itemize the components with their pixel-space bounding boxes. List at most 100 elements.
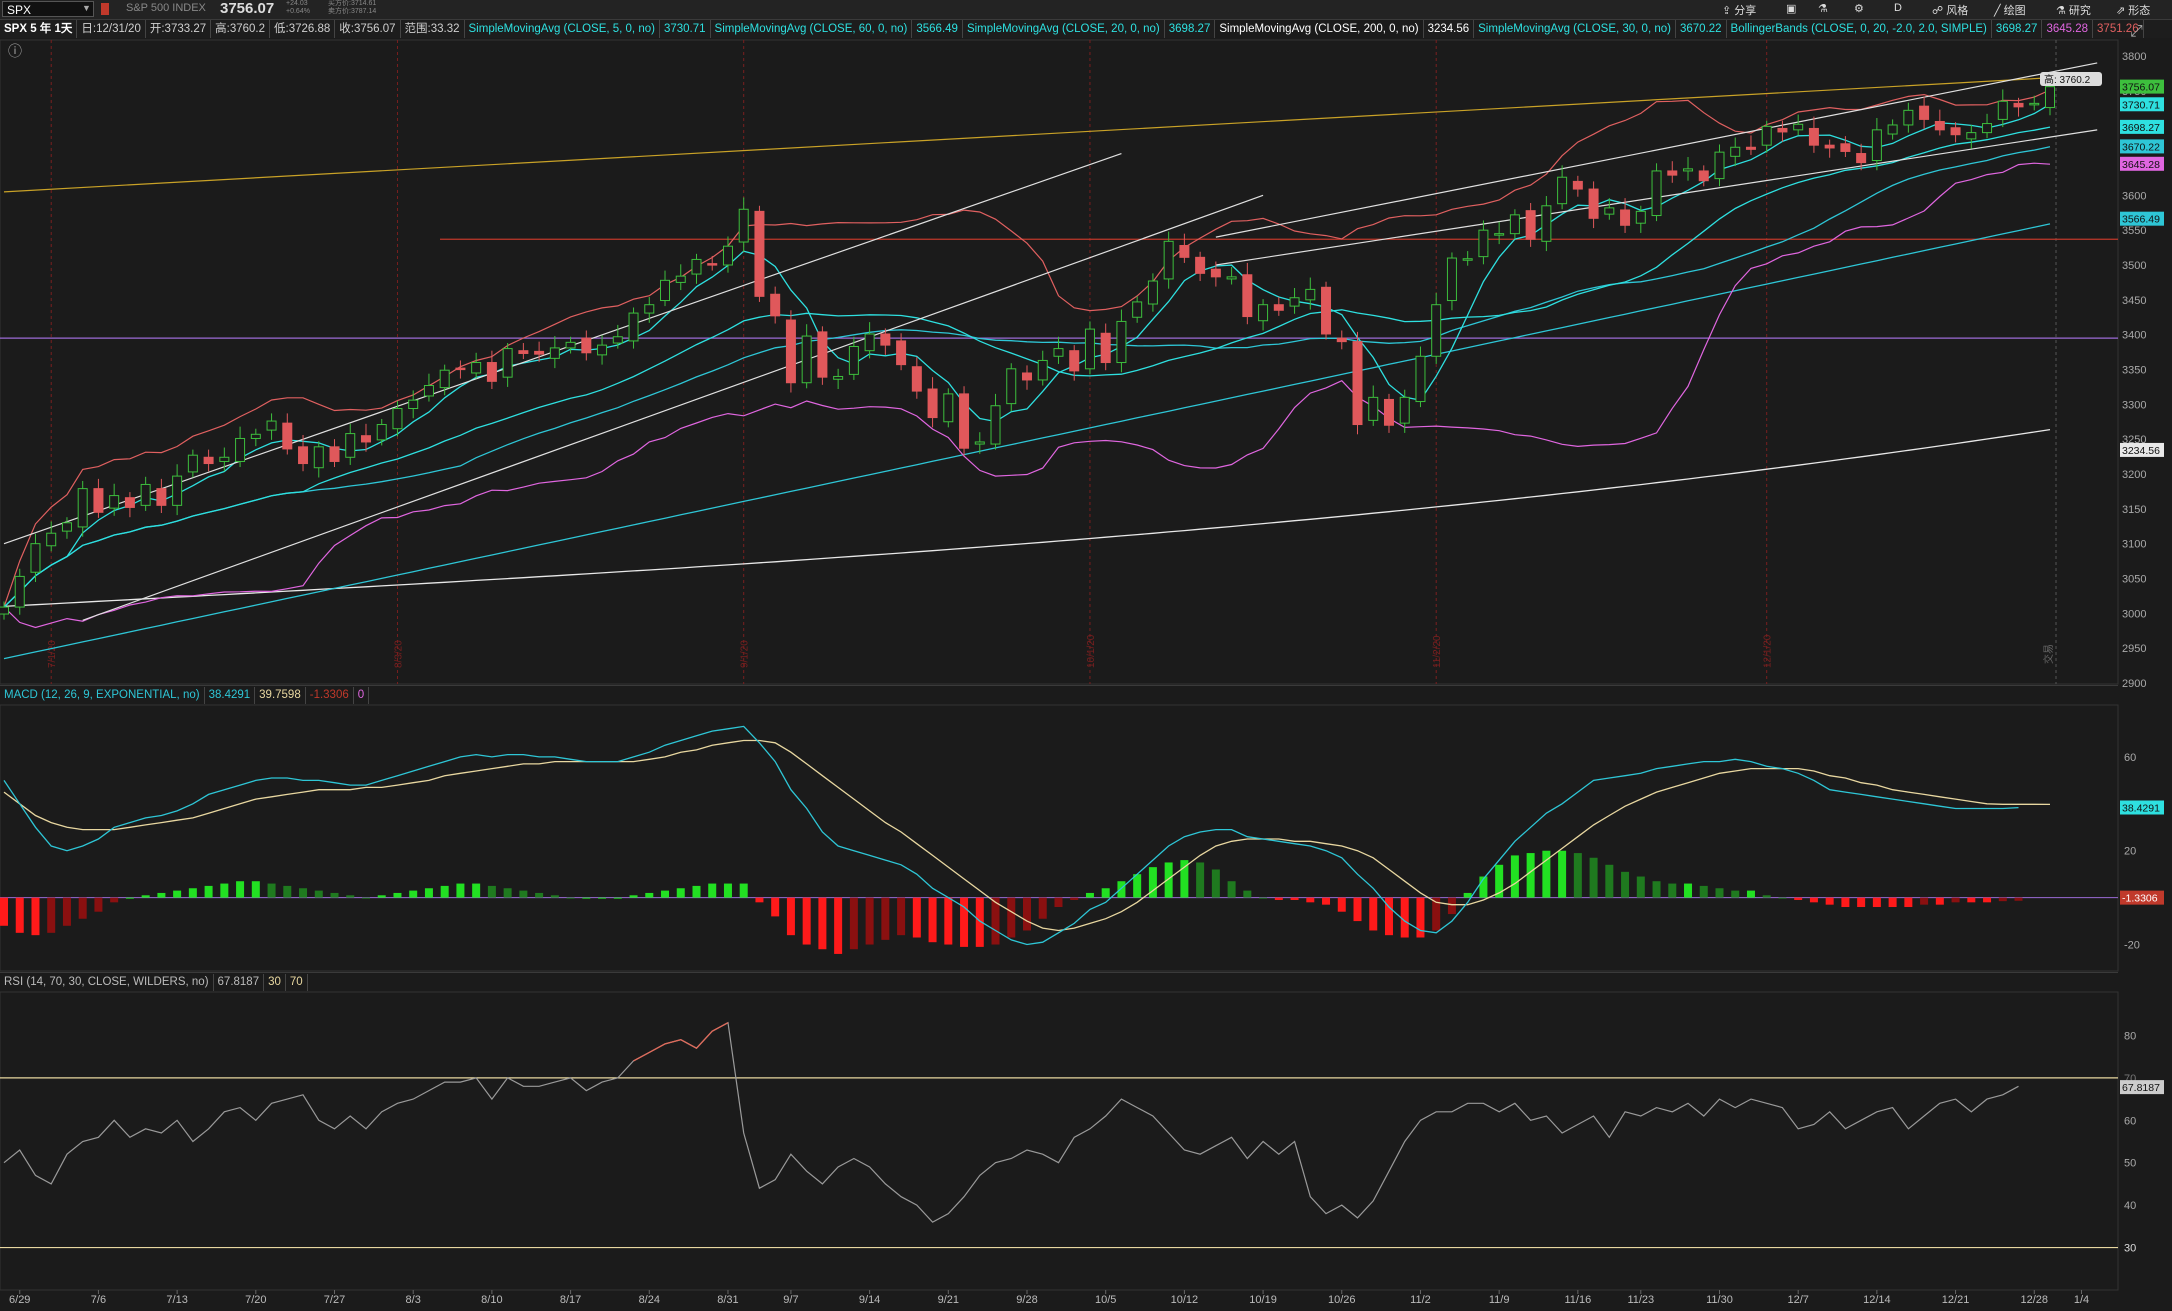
macd-hist-bar [598, 897, 607, 899]
candle-body [707, 263, 718, 266]
studies-label: 研究 [2068, 5, 2091, 17]
macd-hist-bar [220, 883, 229, 898]
study-label[interactable]: BollingerBands (CLOSE, 0, 20, -2.0, 2.0,… [1727, 20, 1992, 38]
x-tick-label: 8/31 [717, 1294, 738, 1306]
macd-hist-bar [440, 885, 449, 898]
x-tick-label: 12/28 [2020, 1294, 2048, 1306]
study-label[interactable]: SimpleMovingAvg (CLOSE, 20, 0, no) [963, 20, 1165, 38]
macd-hist-bar [78, 897, 87, 919]
macd-avg-line [3, 739, 2051, 932]
candle-body [1620, 209, 1631, 226]
macd-hist-bar [15, 897, 24, 933]
macd-hist-bar [1526, 853, 1535, 898]
candle-body [1572, 180, 1583, 190]
candle-body [423, 385, 434, 397]
pane-divider[interactable] [0, 685, 2118, 686]
expiry-label: 交易 [2042, 644, 2055, 664]
candle-body [1383, 398, 1394, 426]
chevron-down-icon[interactable]: ▼ [82, 3, 91, 13]
x-tick-label: 7/6 [91, 1294, 106, 1306]
candle-body [1462, 258, 1473, 261]
macd-frame [0, 704, 2119, 972]
macd-hist-bar [771, 897, 780, 917]
bb-upper-value: 3751.26 [2093, 20, 2144, 38]
chart-canvas[interactable]: 7/1/20 8/3/20 9/1/20 10/1/20 11/2/20 12/1/20 交… [0, 0, 2172, 1311]
candle-body [1431, 304, 1442, 357]
macd-hist-bar [456, 883, 465, 898]
candle-body [1887, 124, 1898, 135]
macd-hist-bar [629, 895, 638, 898]
price-tick-label: 3250 [2122, 434, 2146, 446]
rsi-overbought-line [633, 1022, 729, 1062]
info-icon[interactable]: ⓘ [8, 43, 22, 59]
macd-hist-bar [1605, 864, 1614, 898]
candle-body [1997, 100, 2008, 120]
patterns-label: 形态 [2128, 5, 2151, 17]
macd-label[interactable]: MACD (12, 26, 9, EXPONENTIAL, no) [0, 687, 205, 704]
macd-hist-bar [928, 897, 937, 943]
candle-body [376, 424, 387, 441]
study-value: 3730.71 [660, 20, 711, 38]
candle-body [990, 405, 1001, 445]
candle-body [1525, 210, 1536, 240]
macd-hist-bar [314, 890, 323, 898]
studies-button[interactable]: ⚗ 研究 [2056, 2, 2091, 18]
x-tick-label: 11/9 [1489, 1294, 1510, 1306]
study-label[interactable]: SimpleMovingAvg (CLOSE, 200, 0, no) [1215, 20, 1424, 38]
patterns-button[interactable]: ⇗ 形态 [2116, 2, 2150, 18]
x-tick-label: 11/30 [1706, 1294, 1733, 1306]
price-tick-label: 3750 [2122, 86, 2146, 98]
macd-hist-bar [393, 892, 402, 898]
open-text: 开:3733.27 [146, 20, 212, 38]
candle-body [1494, 233, 1505, 236]
macd-hist-bar [1211, 869, 1220, 898]
macd-hist-bar [786, 897, 795, 936]
share-button[interactable]: ⇪ 分享 [1722, 2, 1756, 18]
macd-hist-bar [692, 885, 701, 898]
symbol-input[interactable]: SPX [2, 1, 94, 17]
rsi-label[interactable]: RSI (14, 70, 30, CLOSE, WILDERS, no) [0, 974, 214, 991]
candle-body [1163, 240, 1174, 280]
candle-body [93, 488, 104, 513]
candle-body [1273, 304, 1284, 311]
window-icon[interactable]: ▣ [1786, 2, 1796, 15]
candle-body [502, 348, 513, 378]
candle-body [124, 497, 135, 508]
macd-hist-bar [1983, 897, 1992, 903]
candle-body [833, 375, 844, 380]
sma200-line [3, 428, 2051, 608]
study-label[interactable]: SimpleMovingAvg (CLOSE, 30, 0, no) [1474, 20, 1676, 38]
study-label[interactable]: SimpleMovingAvg (CLOSE, 5, 0, no) [465, 20, 660, 38]
price-tag: 3730.71 [2122, 99, 2160, 111]
macd-hist-bar [865, 897, 874, 945]
candle-body [1824, 144, 1835, 149]
macd-value-tag-bg [2120, 800, 2164, 815]
macd-hist-bar [1447, 897, 1456, 915]
study-label[interactable]: SimpleMovingAvg (CLOSE, 60, 0, no) [711, 20, 913, 38]
macd-hist-bar [550, 895, 559, 898]
candle-body [1903, 109, 1914, 126]
macd-avg: 39.7598 [255, 687, 306, 704]
candle-body [219, 456, 230, 462]
style-button[interactable]: ☍ 风格 [1932, 2, 1968, 18]
bid-ask: 买方价:3714.61 卖方价:3787.14 [328, 0, 376, 16]
flag-icon[interactable] [101, 3, 109, 15]
pane-divider[interactable] [0, 972, 2118, 973]
high-text: 高:3760.2 [211, 20, 270, 38]
price-tick-label: 3200 [2122, 469, 2146, 481]
macd-hist-bar [755, 897, 764, 903]
candle-body [1226, 276, 1237, 280]
price-tag: 3645.28 [2122, 159, 2160, 171]
gear-icon[interactable]: ⚙ [1854, 2, 1864, 15]
draw-button[interactable]: ╱ 绘图 [1994, 2, 2026, 18]
candle-body [313, 446, 324, 469]
rsi-frame [0, 991, 2119, 1291]
candle-body [1006, 368, 1017, 405]
flask-icon[interactable]: ⚗ [1818, 2, 1828, 15]
rsi-tick-label: 30 [2124, 1243, 2136, 1255]
macd-tick-label: -20 [2124, 940, 2140, 952]
candle-body [1871, 129, 1882, 161]
candle-body [1132, 301, 1143, 318]
period-button[interactable]: D [1894, 2, 1902, 14]
macd-zero: 0 [354, 687, 370, 704]
